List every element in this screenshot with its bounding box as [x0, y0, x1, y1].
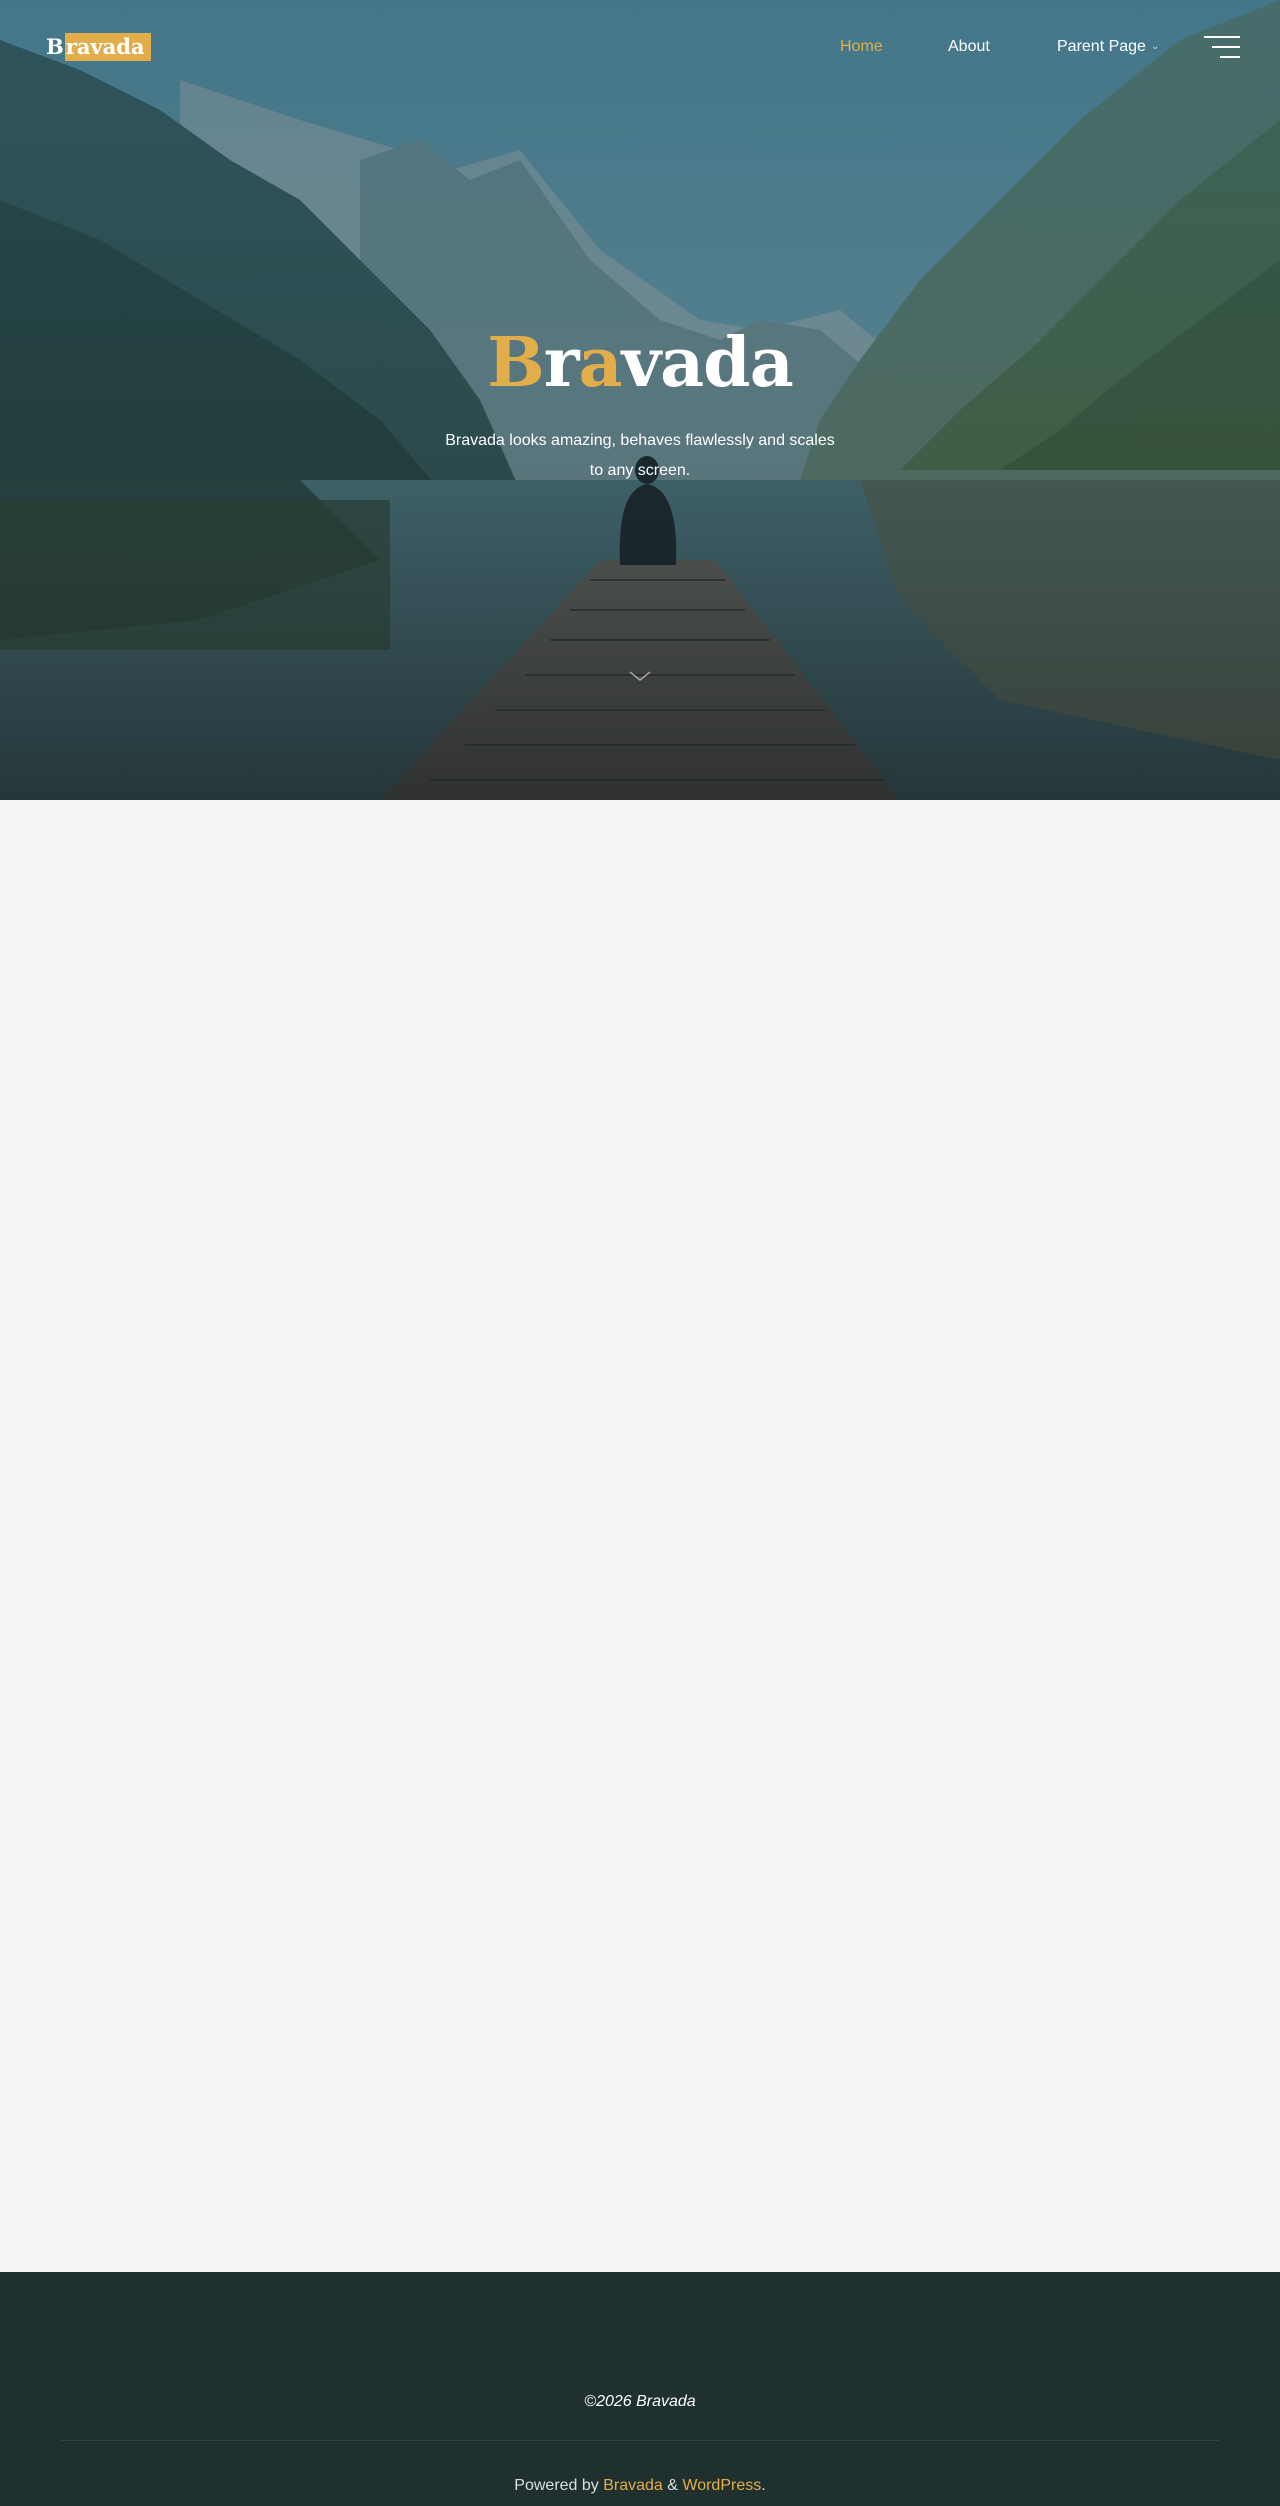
main-navigation: Home About Parent Page ⌄ — [0, 34, 1280, 60]
powered-by-text: Powered by Bravada & WordPress. — [0, 2474, 1280, 2498]
hero-title-part: vada — [621, 323, 794, 403]
chevron-down-icon: ⌄ — [1150, 41, 1160, 52]
scroll-down-icon[interactable] — [628, 668, 652, 684]
powered-amp: & — [662, 2477, 683, 2494]
main-content — [0, 800, 1280, 2272]
hero-section: Bravada Bravada looks amazing, behaves f… — [0, 0, 1280, 800]
hero-title-part: r — [543, 323, 580, 403]
hamburger-line — [1212, 46, 1240, 48]
hamburger-icon[interactable] — [1204, 36, 1240, 58]
hero-title-part: B — [487, 323, 544, 403]
copyright-text: ©2026 Bravada — [584, 2393, 696, 2410]
footer-divider — [60, 2440, 1220, 2441]
nav-item-parent-page[interactable]: Parent Page ⌄ — [1057, 34, 1159, 60]
hamburger-line — [1220, 56, 1240, 58]
powered-suffix: . — [761, 2477, 766, 2494]
nav-item-about[interactable]: About — [948, 34, 990, 60]
hero-title: Bravada — [0, 318, 1280, 408]
nav-item-home[interactable]: Home — [840, 34, 883, 60]
hamburger-line — [1204, 36, 1240, 38]
wordpress-link[interactable]: WordPress — [682, 2477, 761, 2494]
powered-prefix: Powered by — [514, 2477, 604, 2494]
site-footer: ©2026 Bravada Powered by Bravada & WordP… — [0, 2272, 1280, 2506]
bravada-link[interactable]: Bravada — [603, 2477, 663, 2494]
hero-title-part: a — [578, 323, 623, 403]
hero-subtitle: Bravada looks amazing, behaves flawlessl… — [445, 432, 835, 479]
nav-item-label: Parent Page — [1057, 38, 1146, 55]
site-header: Bravada Home About Parent Page ⌄ — [0, 0, 1280, 95]
